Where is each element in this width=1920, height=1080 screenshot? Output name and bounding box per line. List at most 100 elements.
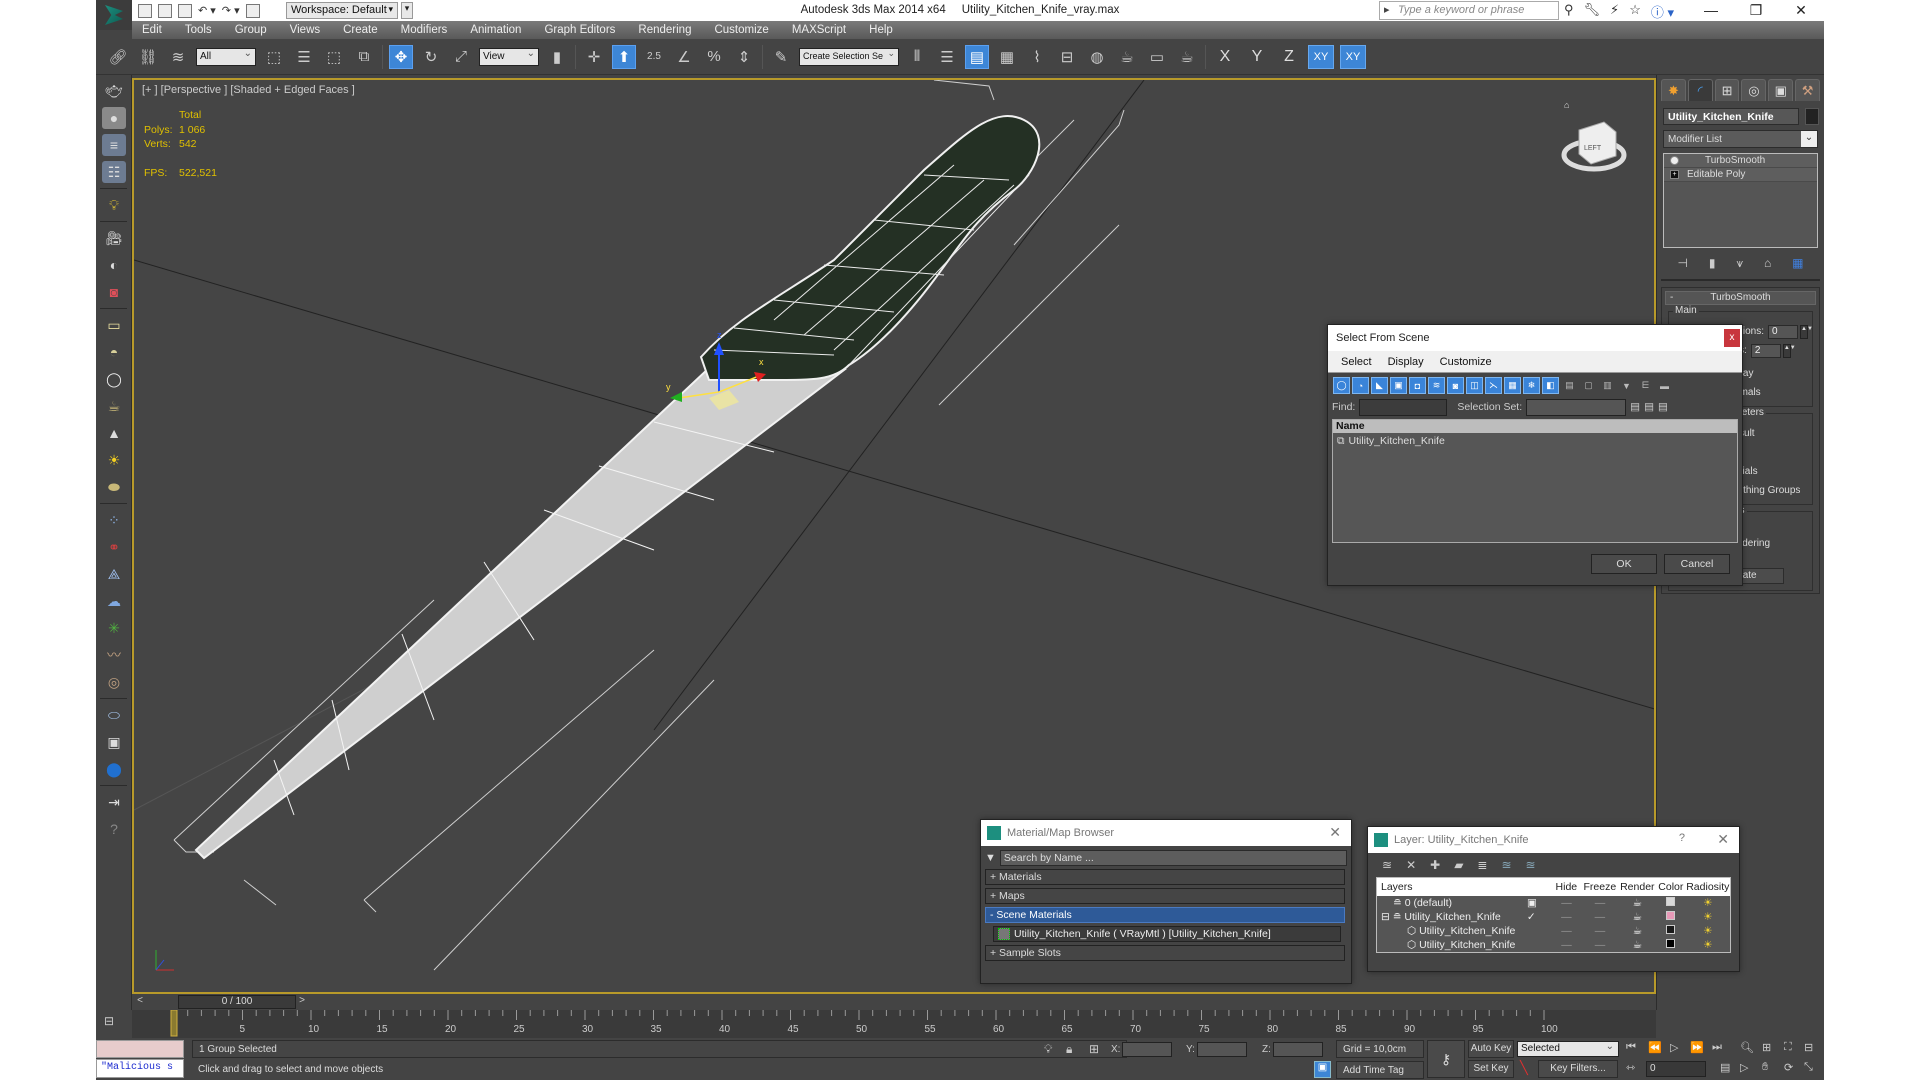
list-item[interactable]: ⧉ Utility_Kitchen_Knife	[1333, 433, 1737, 449]
section-maps[interactable]: + Maps	[985, 888, 1345, 904]
minimize-button[interactable]: —	[1689, 0, 1733, 21]
menu-views[interactable]: Views	[290, 24, 320, 36]
maxscript-listener-input[interactable]	[96, 1040, 184, 1058]
layer-manager-icon[interactable]: ▤	[965, 44, 989, 69]
shapes-filter-icon[interactable]: ◔	[1352, 377, 1369, 394]
dome-light-icon[interactable]: ◓	[102, 341, 126, 363]
key-mode-toggle-icon[interactable]: ⇿	[1626, 1061, 1635, 1074]
y-field[interactable]	[1196, 1042, 1247, 1057]
home-icon[interactable]: ⌂	[1564, 100, 1569, 110]
modify-tab-icon[interactable]: ◜	[1687, 79, 1713, 101]
viewcube-box[interactable]	[1578, 121, 1617, 165]
mirror-icon[interactable]: ⫴	[905, 45, 929, 69]
unlink-icon[interactable]: ⛓︎	[136, 45, 160, 69]
display-all-icon[interactable]: ▤	[1561, 377, 1578, 394]
menu-display[interactable]: Display	[1388, 356, 1424, 368]
render-iters-spinner[interactable]: 2	[1750, 343, 1781, 358]
infocenter-search-input[interactable]: Type a keyword or phrase	[1379, 1, 1559, 20]
selection-filter-dropdown[interactable]: All	[196, 47, 256, 66]
render-production-icon[interactable]: ☕︎	[1175, 45, 1199, 69]
spinner-snap-icon[interactable]: ⇕	[732, 45, 756, 69]
object-color-swatch[interactable]	[1805, 108, 1819, 125]
play-icon[interactable]: ▷	[1670, 1041, 1678, 1054]
hide-unhide-icon[interactable]: ≊	[1501, 858, 1511, 872]
wrench-icon[interactable]: 🔧︎	[1584, 2, 1601, 21]
redo-icon[interactable]: ↷ ▾	[222, 4, 240, 17]
pivot-center-icon[interactable]: ▮	[545, 45, 569, 69]
orbit-icon[interactable]: ⟳	[1784, 1061, 1793, 1074]
set-key-button[interactable]: Set Key	[1468, 1060, 1514, 1078]
menu-customize[interactable]: Customize	[714, 24, 768, 36]
auto-key-button[interactable]: Auto Key	[1468, 1040, 1514, 1058]
show-end-result-icon[interactable]: ▮	[1709, 256, 1716, 271]
help-icon[interactable]: ⓘ ▾	[1651, 2, 1674, 21]
columns-icon[interactable]: ▬	[1656, 377, 1673, 394]
maxscript-listener-output[interactable]: "Malicious s	[96, 1059, 184, 1078]
menu-create[interactable]: Create	[343, 24, 378, 36]
menu-animation[interactable]: Animation	[470, 24, 521, 36]
col-radiosity[interactable]: Radiosity	[1686, 881, 1730, 893]
spinner-arrows-icon[interactable]: ▲▼	[1782, 343, 1796, 358]
plane-light-icon[interactable]: ▭	[102, 314, 126, 336]
default-tangent-icon[interactable]: ╲	[1520, 1060, 1528, 1076]
layer-color-swatch[interactable]	[1656, 897, 1686, 909]
z-field[interactable]	[1272, 1042, 1323, 1057]
light-lister-icon[interactable]: 💡︎	[102, 194, 126, 216]
radiosity-icon[interactable]: ☀	[1686, 939, 1730, 951]
axis-x-button[interactable]: X	[1212, 48, 1238, 66]
graphite-ribbon-icon[interactable]: ▦	[995, 45, 1019, 69]
menu-rendering[interactable]: Rendering	[638, 24, 691, 36]
stack-item-turbosmooth[interactable]: TurboSmooth	[1664, 154, 1817, 168]
current-frame-field[interactable]: 0	[1646, 1061, 1706, 1077]
select-none-icon[interactable]: ▤	[1644, 401, 1654, 413]
menu-tools[interactable]: Tools	[185, 24, 212, 36]
close-icon[interactable]: ✕	[1717, 831, 1729, 848]
hair-fur-icon[interactable]: 〰	[102, 644, 126, 666]
material-library-icon[interactable]: ▣	[102, 731, 126, 753]
section-materials[interactable]: + Materials	[985, 869, 1345, 885]
isolate-selection-icon[interactable]: 💡︎	[1044, 1042, 1052, 1057]
cloud-icon[interactable]: ☁	[102, 590, 126, 612]
hierarchy-tab-icon[interactable]: ⊞	[1714, 79, 1740, 101]
set-keys-key-icon[interactable]: ⚷	[1427, 1040, 1465, 1078]
render-teapot-icon[interactable]: ☕︎	[1619, 897, 1656, 909]
hide-toggle[interactable]: —	[1552, 897, 1582, 909]
prev-frame-button[interactable]: <	[134, 995, 146, 1009]
radiosity-icon[interactable]: ☀	[1686, 897, 1730, 909]
track-bar[interactable]: 0510152025303540455055606570758085909510…	[132, 1010, 1656, 1038]
section-scene-materials[interactable]: - Scene Materials	[985, 907, 1345, 923]
previous-key-icon[interactable]: ⏪	[1648, 1041, 1662, 1054]
frozen-filter-icon[interactable]: ❄	[1523, 377, 1540, 394]
rollout-panel-icon[interactable]: ≡	[102, 134, 126, 156]
freeze-unfreeze-icon[interactable]: ≊	[1526, 858, 1536, 872]
spot-light-icon[interactable]: ▲	[102, 422, 126, 444]
customize-quick-access-button[interactable]: ▾	[401, 2, 413, 19]
close-icon[interactable]: x	[1724, 329, 1740, 347]
time-slider[interactable]: < 0 / 100 >	[132, 994, 1656, 1010]
key-filters-button[interactable]: Key Filters...	[1538, 1060, 1618, 1078]
spacewarps-filter-icon[interactable]: ≋	[1428, 377, 1445, 394]
pan-view-icon[interactable]: ✋︎	[1762, 1061, 1768, 1074]
fur-icon[interactable]: ◎	[102, 671, 126, 693]
spinner-arrows-icon[interactable]: ▲▼	[1800, 324, 1813, 339]
lightbulb-icon[interactable]	[1670, 156, 1679, 165]
render-frame-icon[interactable]: ●	[102, 107, 126, 129]
grid-dots-icon[interactable]: ⁘	[102, 509, 126, 531]
teapot-icon[interactable]: 🫖︎	[102, 80, 126, 102]
pyramid-icon[interactable]: ⟁	[102, 563, 126, 585]
configure-sets-icon[interactable]: ▦	[1792, 256, 1803, 271]
freeze-toggle[interactable]: —	[1581, 939, 1618, 951]
dialog-title-bar[interactable]: Select From Scene x	[1328, 325, 1742, 351]
restore-button[interactable]: ❐	[1734, 0, 1778, 21]
new-file-icon[interactable]	[138, 3, 152, 18]
groups-filter-icon[interactable]: ◙	[1447, 377, 1464, 394]
track-view-icon[interactable]: ☷	[102, 161, 126, 183]
bind-spacewarp-icon[interactable]: ≋	[166, 45, 190, 69]
menu-edit[interactable]: Edit	[142, 24, 162, 36]
current-frame-marker[interactable]	[170, 1010, 178, 1037]
object-name-field[interactable]: Utility_Kitchen_Knife	[1663, 108, 1799, 125]
sun-icon[interactable]: ☀	[102, 449, 126, 471]
add-to-layer-icon[interactable]: ✚	[1430, 858, 1440, 872]
menu-select[interactable]: Select	[1341, 356, 1372, 368]
section-sample-slots[interactable]: + Sample Slots	[985, 945, 1345, 961]
